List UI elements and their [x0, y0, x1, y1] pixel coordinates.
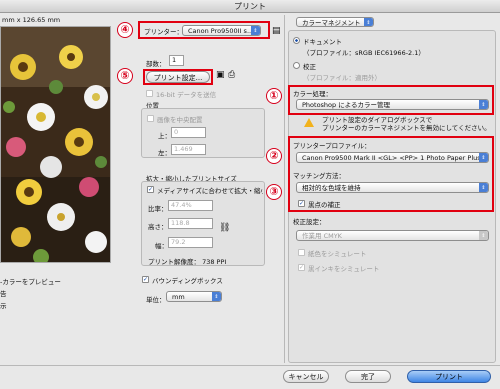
marker-5: ⑤ [117, 68, 133, 84]
printer-label: プリンター： [144, 28, 183, 36]
scale-label: 比率： [148, 205, 168, 213]
top-label: 上： [158, 132, 171, 140]
color-handling-label: カラー処理： [293, 90, 332, 98]
proof-setup-popup[interactable]: 作業用 CMYK ⇕ [296, 230, 489, 241]
window-title: プリント [0, 0, 500, 13]
bit16-checkbox[interactable] [146, 90, 153, 97]
width-label: 幅： [155, 242, 168, 250]
bounding-box-checkbox[interactable]: ✓ [142, 276, 149, 283]
warning-icon [304, 118, 314, 127]
color-management-value: カラーマネジメント [302, 19, 361, 27]
warning-text: プリント設定のダイアログボックスで プリンターのカラーマネジメントを無効にしてく… [322, 116, 491, 132]
copies-label: 部数： [146, 60, 166, 68]
simulate-paper-label: 紙色をシミュレート [308, 250, 367, 258]
copies-input[interactable]: 1 [169, 55, 184, 66]
unit-popup[interactable]: mm ⇕ [166, 291, 222, 302]
document-radio[interactable] [293, 37, 300, 44]
unit-label: 単位： [146, 296, 166, 304]
fit-media-checkbox[interactable]: ✓ [147, 186, 154, 193]
bit16-label: 16-bit データを送信 [156, 91, 217, 99]
fit-media-label: メディアサイズに合わせて拡大・縮小 [157, 187, 263, 195]
height-input[interactable]: 118.8 [168, 218, 213, 229]
color-handling-value: Photoshop によるカラー管理 [302, 101, 391, 109]
proof-label: 校正 [303, 63, 316, 71]
popup-arrow-icon: ⇕ [479, 183, 488, 192]
height-label: 高さ： [148, 223, 168, 231]
top-input[interactable]: 0 [171, 127, 206, 138]
black-point-checkbox[interactable]: ✓ [298, 200, 305, 207]
printer-profile-label: プリンタープロファイル： [293, 142, 371, 150]
marker-4: ④ [117, 22, 133, 38]
left-label-3: 示 [0, 302, 7, 310]
cancel-button[interactable]: キャンセル [283, 370, 329, 383]
popup-arrow-icon: ⇕ [251, 26, 260, 35]
width-input[interactable]: 79.2 [168, 237, 213, 248]
print-button[interactable]: プリント [407, 370, 491, 383]
black-point-label: 黒点の補正 [308, 201, 341, 209]
printer-status-icon[interactable]: ⎙ [228, 71, 235, 80]
proof-setup-label: 校正設定： [293, 218, 326, 226]
simulate-ink-label: 黒インキをシミュレート [308, 265, 380, 273]
done-button[interactable]: 完了 [345, 370, 391, 383]
popup-arrow-icon: ⇕ [212, 292, 221, 301]
bounding-box-label: バウンディングボックス [152, 277, 223, 285]
matching-value: 相対的な色域を維持 [302, 184, 361, 192]
popup-arrow-icon: ⇕ [479, 153, 488, 162]
printer-value: Canon Pro9500II s... [188, 27, 254, 35]
preview-size-label: mm x 126.65 mm [2, 16, 61, 24]
printer-profile-popup[interactable]: Canon Pro9500 Mark II <GL> <PP> 1 Photo … [296, 152, 489, 163]
center-image-checkbox[interactable] [147, 115, 154, 122]
popup-arrow-icon: ⇕ [364, 18, 373, 26]
left-label-2: 告 [0, 290, 7, 298]
unit-value: mm [172, 293, 185, 301]
footer-divider [0, 365, 500, 366]
marker-1: ① [266, 88, 282, 104]
left-input[interactable]: 1.469 [171, 144, 206, 155]
document-profile: （プロファイル：sRGB IEC61966-2.1） [303, 49, 425, 57]
color-preview-label: -カラーをプレビュー [0, 278, 61, 286]
printer-popup[interactable]: Canon Pro9500II s... ⇕ [182, 25, 261, 36]
link-chain-icon: ⛓ [219, 223, 231, 233]
popup-arrow-icon: ⇕ [479, 100, 488, 109]
print-settings-button[interactable]: プリント設定... [146, 71, 210, 83]
marker-3: ③ [266, 184, 282, 200]
page-setup-icon[interactable]: ▣ [216, 71, 225, 80]
color-management-popup[interactable]: カラーマネジメント ⇕ [296, 17, 374, 27]
color-handling-popup[interactable]: Photoshop によるカラー管理 ⇕ [296, 99, 489, 110]
column-divider [284, 15, 285, 363]
matching-popup[interactable]: 相対的な色域を維持 ⇕ [296, 182, 489, 193]
marker-2: ② [266, 148, 282, 164]
simulate-ink-checkbox[interactable]: ✓ [298, 264, 305, 271]
printer-info-icon[interactable]: ▤ [272, 27, 281, 36]
printer-profile-value: Canon Pro9500 Mark II <GL> <PP> 1 Photo … [302, 154, 489, 162]
proof-setup-value: 作業用 CMYK [302, 232, 342, 240]
print-preview-image [0, 26, 111, 263]
scale-input[interactable]: 47.4% [168, 200, 213, 211]
proof-profile: （プロファイル：適用外） [303, 74, 381, 82]
center-image-label: 画像を中央配置 [157, 116, 203, 124]
print-resolution: プリント解像度： 738 PPI [148, 258, 227, 266]
left-label: 左： [158, 149, 171, 157]
matching-label: マッチング方法： [293, 172, 345, 180]
document-label: ドキュメント [303, 38, 342, 46]
proof-radio[interactable] [293, 62, 300, 69]
popup-arrow-icon: ⇕ [479, 231, 488, 240]
simulate-paper-checkbox[interactable] [298, 249, 305, 256]
